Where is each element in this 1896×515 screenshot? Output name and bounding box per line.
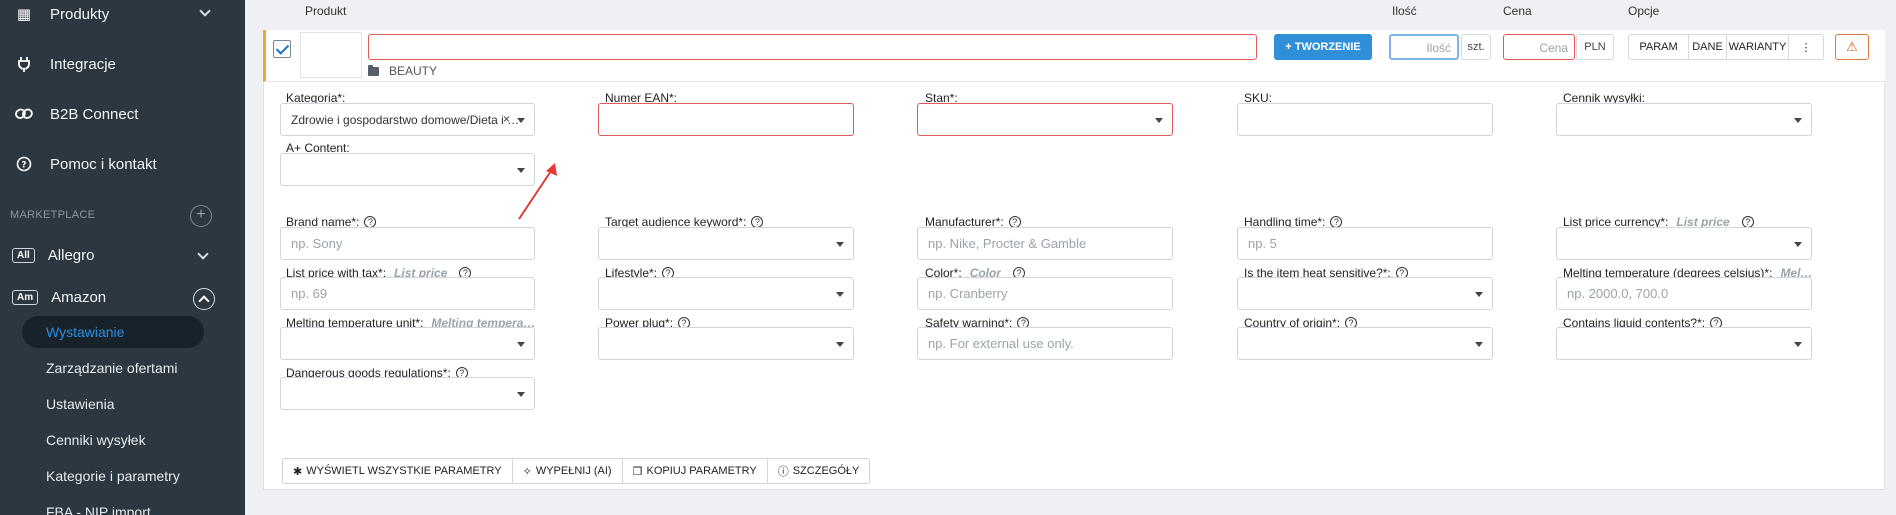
boxes-icon: ▦: [16, 6, 32, 23]
annotation-arrow-icon: [518, 163, 557, 220]
warning-icon[interactable]: ⚠: [1835, 34, 1869, 60]
folder-label: BEAUTY: [389, 64, 438, 78]
melt-temp-input[interactable]: np. 2000.0, 700.0: [1556, 277, 1812, 310]
sidebar-item-allegro[interactable]: All Allegro: [12, 240, 94, 270]
country-select[interactable]: [1237, 327, 1493, 360]
product-thumbnail[interactable]: [300, 32, 362, 78]
copy-params-button[interactable]: ❐ KOPIUJ PARAMETRY: [623, 459, 768, 483]
category-value: Zdrowie i gospodarstwo domowe/Dieta i ży…: [291, 112, 524, 127]
placeholder: np. Nike, Procter & Gamble: [928, 236, 1087, 251]
manufacturer-input[interactable]: np. Nike, Procter & Gamble: [917, 227, 1173, 260]
target-select[interactable]: [598, 227, 854, 260]
quantity-input[interactable]: Ilość: [1389, 34, 1459, 60]
amazon-badge-icon: Am: [12, 289, 39, 305]
power-select[interactable]: [598, 327, 854, 360]
category-folder: BEAUTY: [368, 64, 437, 78]
param-button[interactable]: PARAM: [1629, 35, 1689, 59]
fill-ai-button[interactable]: ✧ WYPEŁNIJ (AI): [513, 459, 623, 483]
create-button[interactable]: + TWORZENIE: [1274, 34, 1372, 60]
column-header-product: Produkt: [305, 4, 347, 18]
placeholder: np. Sony: [291, 236, 343, 251]
options-group: PARAM DANE WARIANTY ⋮: [1628, 34, 1824, 60]
sidebar-item-label: Produkty: [50, 5, 110, 23]
product-checkbox[interactable]: [273, 40, 291, 58]
sidebar-item-integracje[interactable]: Integracje: [0, 44, 245, 84]
sub-item-cenniki[interactable]: Cenniki wysyłek: [46, 427, 146, 453]
list-currency-select[interactable]: [1556, 227, 1812, 260]
placeholder: np. 5: [1248, 236, 1277, 251]
ean-input[interactable]: [598, 103, 854, 136]
color-input[interactable]: np. Cranberry: [917, 277, 1173, 310]
copy-icon: ❐: [632, 465, 643, 478]
bottom-action-bar: ✱ WYŚWIETL WSZYSTKIE PARAMETRY ✧ WYPEŁNIJ …: [282, 458, 871, 484]
brand-input[interactable]: np. Sony: [280, 227, 535, 260]
sidebar-item-label: B2B Connect: [50, 105, 139, 123]
column-header-price: Cena: [1503, 4, 1532, 18]
svg-text:?: ?: [21, 161, 26, 171]
dangerous-select[interactable]: [280, 377, 535, 410]
sidebar-item-b2b-connect[interactable]: B2B Connect: [0, 94, 245, 134]
add-marketplace-button[interactable]: +: [190, 205, 212, 227]
more-options-icon[interactable]: ⋮: [1789, 35, 1823, 59]
safety-input[interactable]: np. For external use only.: [917, 327, 1173, 360]
heat-select[interactable]: [1237, 277, 1493, 310]
placeholder: np. 69: [291, 286, 328, 301]
sidebar-item-label: Pomoc i kontakt: [50, 155, 157, 173]
sub-item-fba[interactable]: FBA - NIP import: [46, 499, 151, 515]
handling-input[interactable]: np. 5: [1237, 227, 1493, 260]
button-label: SZCZEGÓŁY: [792, 465, 860, 477]
placeholder: np. For external use only.: [928, 336, 1074, 351]
sub-item-kategorie[interactable]: Kategorie i parametry: [46, 463, 180, 489]
sub-item-zarzadzanie[interactable]: Zarządzanie ofertami: [46, 355, 178, 381]
sidebar-item-pomoc[interactable]: ? Pomoc i kontakt: [0, 144, 245, 184]
product-name-input[interactable]: [368, 34, 1257, 60]
help-icon: ?: [14, 154, 34, 174]
category-select[interactable]: Zdrowie i gospodarstwo domowe/Dieta i ży…: [280, 103, 535, 136]
warianty-button[interactable]: WARIANTY: [1727, 35, 1789, 59]
sidebar-item-label: Integracje: [50, 55, 116, 73]
column-header-options: Opcje: [1628, 4, 1660, 18]
shipping-select[interactable]: [1556, 103, 1812, 136]
sku-input[interactable]: [1237, 103, 1493, 136]
button-label: KOPIUJ PARAMETRY: [646, 465, 757, 477]
sidebar: ▦ Produkty Integracje B2B Connect ? Pomo…: [0, 0, 245, 515]
asterisk-icon: ✱: [293, 465, 303, 478]
main-content: Produkt Ilość Cena Opcje BEAUTY + TWORZE…: [245, 0, 1896, 515]
show-all-params-button[interactable]: ✱ WYŚWIETL WSZYSTKIE PARAMETRY: [283, 459, 513, 483]
sparkle-icon: ✧: [522, 465, 532, 478]
aplus-select[interactable]: [280, 153, 535, 186]
column-header-qty: Ilość: [1392, 4, 1417, 18]
list-price-input[interactable]: np. 69: [280, 277, 535, 310]
button-label: WYŚWIETL WSZYSTKIE PARAMETRY: [306, 465, 502, 477]
link-icon: [14, 104, 34, 124]
chevron-down-icon: [197, 248, 209, 260]
stan-select[interactable]: [917, 103, 1173, 136]
collapse-amazon-icon[interactable]: [193, 288, 215, 310]
plug-icon: [14, 54, 34, 74]
dane-button[interactable]: DANE: [1689, 35, 1727, 59]
unit-select[interactable]: szt.: [1461, 34, 1491, 60]
clear-icon[interactable]: ×: [503, 112, 510, 126]
sub-item-label: Wystawianie: [46, 324, 125, 340]
section-label-marketplace: MARKETPLACE: [10, 209, 96, 221]
sub-item-ustawienia[interactable]: Ustawienia: [46, 391, 114, 417]
melt-unit-select[interactable]: [280, 327, 535, 360]
button-label: WYPEŁNIJ (AI): [535, 465, 612, 477]
chevron-down-icon: [199, 5, 211, 17]
price-input[interactable]: Cena: [1503, 34, 1575, 60]
liquid-select[interactable]: [1556, 327, 1812, 360]
info-icon: ⓘ: [777, 466, 789, 478]
sidebar-item-produkty[interactable]: ▦ Produkty: [0, 0, 245, 34]
currency-select[interactable]: PLN: [1576, 34, 1614, 60]
sidebar-item-label: Amazon: [51, 288, 107, 306]
folder-icon: [368, 64, 379, 76]
allegro-badge-icon: All: [12, 247, 35, 263]
sidebar-item-amazon[interactable]: Am Amazon: [12, 282, 106, 312]
details-button[interactable]: ⓘ SZCZEGÓŁY: [768, 459, 870, 483]
placeholder: np. 2000.0, 700.0: [1567, 286, 1669, 301]
sidebar-item-label: Allegro: [47, 246, 95, 264]
lifestyle-select[interactable]: [598, 277, 854, 310]
sub-item-wystawianie[interactable]: Wystawianie: [46, 319, 124, 345]
placeholder: np. Cranberry: [928, 286, 1008, 301]
